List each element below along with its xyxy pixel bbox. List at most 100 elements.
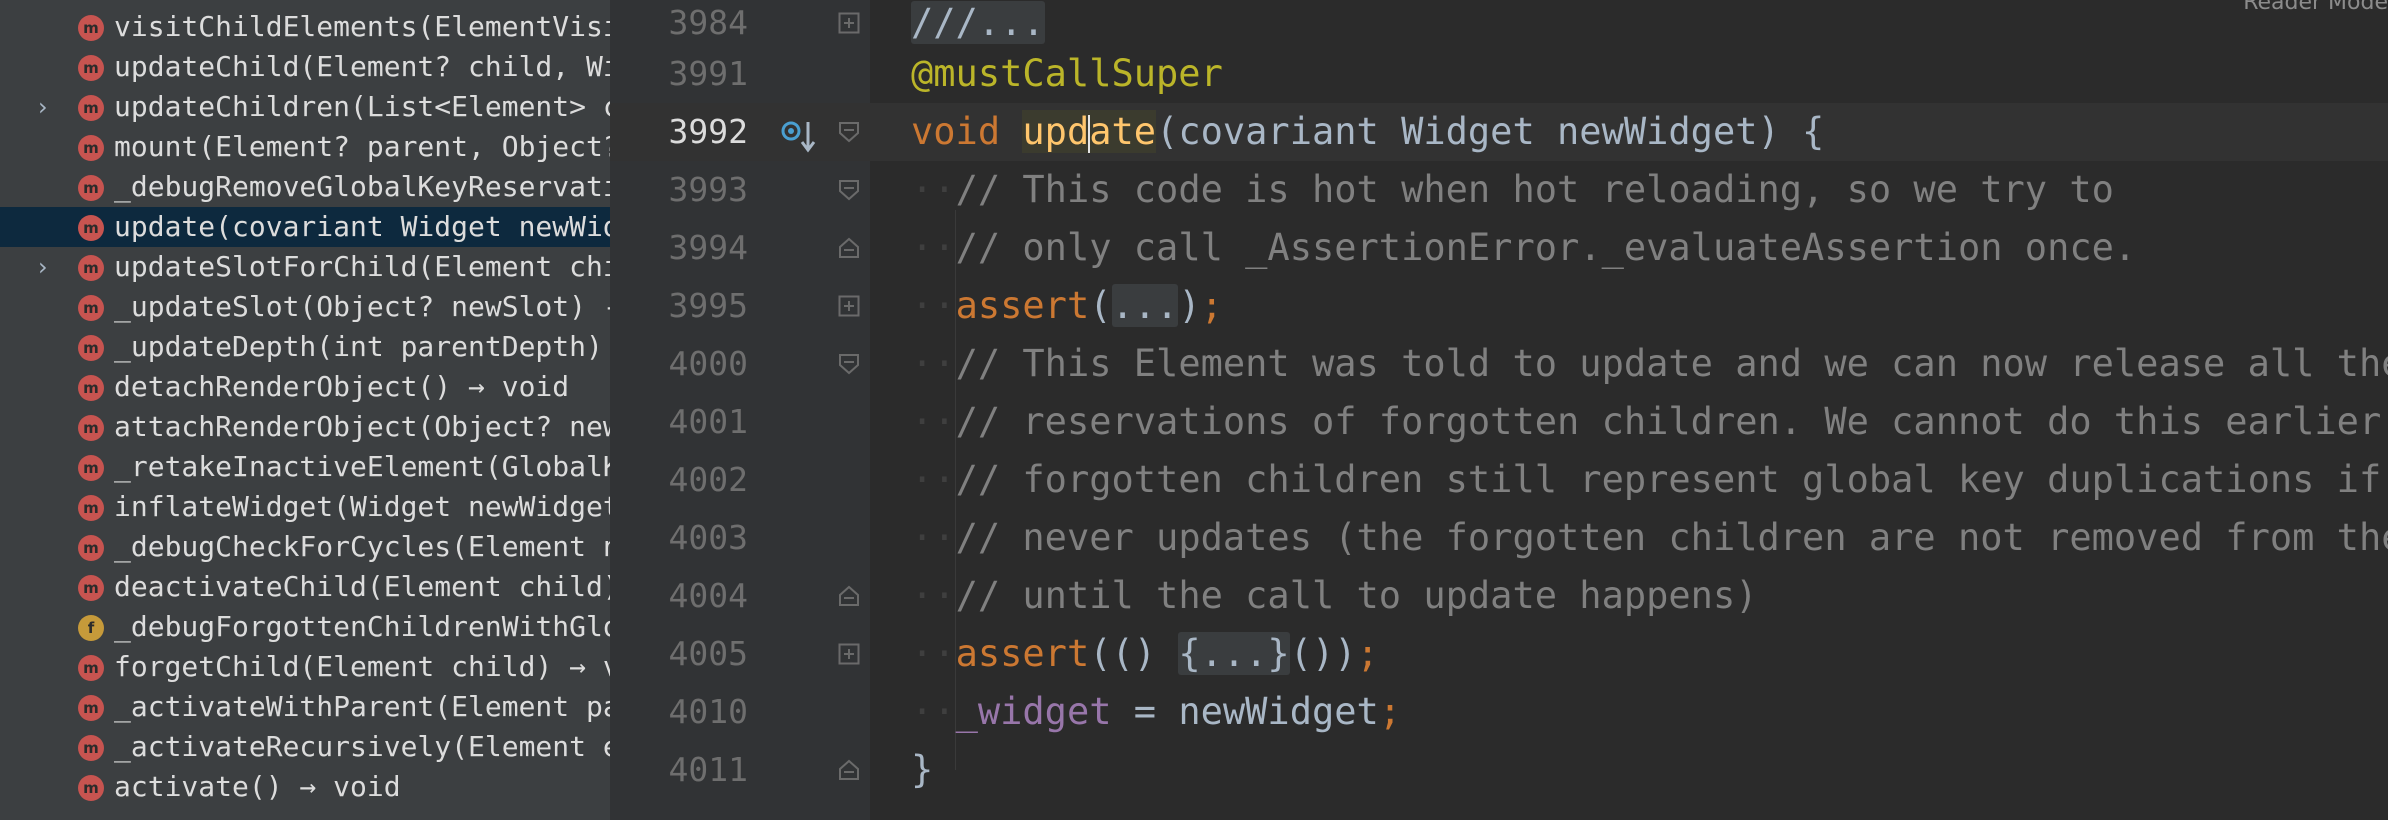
structure-item[interactable]: m attachRenderObject(Object? new [0, 407, 610, 447]
structure-item[interactable]: › m updateChildren(List<Element> c [0, 87, 610, 127]
structure-item[interactable]: m update(covariant Widget newWid [0, 207, 610, 247]
fold-expand-icon[interactable] [838, 12, 860, 34]
method-icon: m [78, 55, 104, 81]
method-icon: m [78, 15, 104, 41]
structure-item[interactable]: m _debugRemoveGlobalKeyReservati [0, 167, 610, 207]
code-line-current: 3992 void update(covariant Widget newWid… [610, 103, 2388, 161]
structure-item-label: _debugRemoveGlobalKeyReservati [114, 170, 610, 203]
structure-item[interactable]: f _debugForgottenChildrenWithGlo [0, 607, 610, 647]
fold-end-icon[interactable] [838, 237, 860, 259]
semicolon: ; [1200, 284, 1223, 327]
code-text[interactable]: } [911, 741, 933, 799]
structure-item[interactable]: m _debugCheckForCycles(Element n [0, 527, 610, 567]
line-number[interactable]: 3992 [630, 103, 748, 161]
structure-item[interactable]: m deactivateChild(Element child) [0, 567, 610, 607]
fold-end-icon[interactable] [838, 759, 860, 781]
keyword: assert [955, 632, 1090, 675]
folded-region[interactable]: ... [1111, 284, 1179, 327]
paren: ( [1089, 284, 1112, 327]
line-number[interactable]: 4002 [630, 451, 748, 509]
code-line: 4000 ··// This Element was told to updat… [610, 335, 2388, 393]
structure-item[interactable]: m activate() → void [0, 767, 610, 807]
structure-item[interactable]: m _updateDepth(int parentDepth) [0, 327, 610, 367]
keyword: assert [955, 284, 1090, 327]
structure-item[interactable]: m forgetChild(Element child) → v [0, 647, 610, 687]
code-line: 4005 ··assert(() {...}()); [610, 625, 2388, 683]
structure-item[interactable]: m visitChildElements(ElementVisi [0, 7, 610, 47]
code-text[interactable]: ··// This code is hot when hot reloading… [911, 161, 2114, 219]
code-text[interactable]: @mustCallSuper [911, 45, 1223, 103]
comment: // only call _AssertionError._evaluateAs… [955, 226, 2137, 269]
code-line: 4011 } [610, 741, 2388, 799]
reader-mode-toggle[interactable]: Reader Mode [2243, 0, 2388, 15]
method-icon: m [78, 735, 104, 761]
chevron-right-icon[interactable]: › [38, 255, 48, 279]
fold-collapse-icon[interactable] [838, 121, 860, 143]
line-number[interactable]: 4005 [630, 625, 748, 683]
code-line: 4003 ··// never updates (the forgotten c… [610, 509, 2388, 567]
comment: // This Element was told to update and w… [955, 342, 2388, 385]
code-text[interactable]: ··assert(...); [911, 277, 1223, 335]
method-icon: m [78, 215, 104, 241]
structure-item-label: updateChildren(List<Element> c [114, 90, 610, 123]
code-text[interactable]: ··// only call _AssertionError._evaluate… [911, 219, 2136, 277]
method-icon: m [78, 655, 104, 681]
fold-end-icon[interactable] [838, 585, 860, 607]
comment: // until the call to update happens) [955, 574, 1758, 617]
line-number[interactable]: 4011 [630, 741, 748, 799]
method-name-part: ate [1089, 110, 1157, 153]
method-icon: m [78, 495, 104, 521]
folded-region[interactable]: {...} [1178, 632, 1290, 675]
line-number[interactable]: 4010 [630, 683, 748, 741]
code-editor[interactable]: 3984 ///... 3991 @mustCallSuper 3992 voi… [610, 0, 2388, 820]
structure-item-label: _updateDepth(int parentDepth) [114, 330, 610, 363]
fold-expand-icon[interactable] [838, 643, 860, 665]
structure-item-label: _debugCheckForCycles(Element n [114, 530, 610, 563]
structure-item[interactable]: m inflateWidget(Widget newWidget [0, 487, 610, 527]
structure-item[interactable]: › m updateSlotForChild(Element chi [0, 247, 610, 287]
line-number[interactable]: 3995 [630, 277, 748, 335]
structure-item[interactable]: m mount(Element? parent, Object? [0, 127, 610, 167]
line-number[interactable]: 3994 [630, 219, 748, 277]
folded-region[interactable]: ///... [911, 1, 1045, 44]
structure-item[interactable]: m detachRenderObject() → void [0, 367, 610, 407]
code-text[interactable]: ··// This Element was told to update and… [911, 335, 2388, 393]
code-line: 3994 ··// only call _AssertionError._eva… [610, 219, 2388, 277]
structure-item[interactable]: m _activateRecursively(Element e [0, 727, 610, 767]
structure-item[interactable]: m updateChild(Element? child, Wi [0, 47, 610, 87]
structure-item-label: detachRenderObject() → void [114, 370, 570, 403]
chevron-right-icon[interactable]: › [38, 95, 48, 119]
line-number[interactable]: 3991 [630, 45, 748, 103]
line-number[interactable]: 4004 [630, 567, 748, 625]
structure-item-label: _activateWithParent(Element pa [114, 690, 610, 723]
method-icon: m [78, 775, 104, 801]
code-text[interactable]: ··// never updates (the forgotten childr… [911, 509, 2388, 567]
structure-item[interactable]: m _activateWithParent(Element pa [0, 687, 610, 727]
code-text[interactable]: ··assert(() {...}()); [911, 625, 1379, 683]
code-text[interactable]: ··// until the call to update happens) [911, 567, 1758, 625]
overrides-method-icon[interactable] [780, 118, 820, 158]
fold-expand-icon[interactable] [838, 295, 860, 317]
fold-collapse-icon[interactable] [838, 179, 860, 201]
fold-collapse-icon[interactable] [838, 353, 860, 375]
code-text[interactable]: ··// reservations of forgotten children.… [911, 393, 2381, 451]
line-number[interactable]: 4003 [630, 509, 748, 567]
structure-panel: m visitChildElements(ElementVisi m updateCh… [0, 0, 610, 820]
paren: ()) [1289, 632, 1357, 675]
method-icon: m [78, 375, 104, 401]
code-text[interactable]: ··_widget = newWidget; [911, 683, 1401, 741]
line-number[interactable]: 4000 [630, 335, 748, 393]
code-line: 4001 ··// reservations of forgotten chil… [610, 393, 2388, 451]
code-line: 4004 ··// until the call to update happe… [610, 567, 2388, 625]
code-text[interactable]: void update(covariant Widget newWidget) … [911, 103, 1824, 161]
semicolon: ; [1356, 632, 1379, 675]
structure-item-label: updateChild(Element? child, Wi [114, 50, 610, 83]
method-icon: m [78, 135, 104, 161]
structure-item[interactable]: m _retakeInactiveElement(GlobalK [0, 447, 610, 487]
line-number[interactable]: 4001 [630, 393, 748, 451]
line-number[interactable]: 3993 [630, 161, 748, 219]
structure-item-label: forgetChild(Element child) → v [114, 650, 610, 683]
structure-item[interactable]: m _updateSlot(Object? newSlot) - [0, 287, 610, 327]
code-text[interactable]: ··// forgotten children still represent … [911, 451, 2381, 509]
comment: // never updates (the forgotten children… [955, 516, 2388, 559]
